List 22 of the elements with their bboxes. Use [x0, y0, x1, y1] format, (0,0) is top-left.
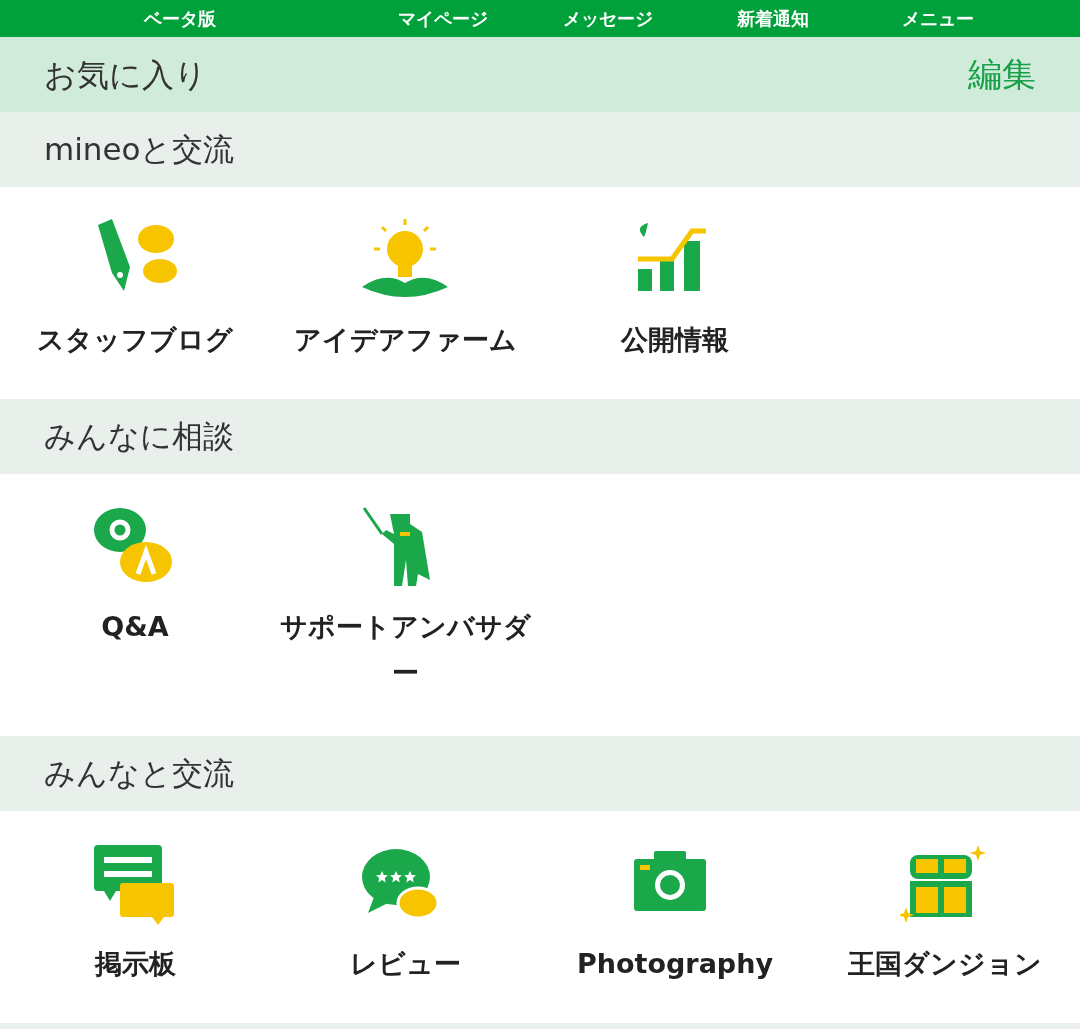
tile-label: スタッフブログ	[36, 323, 234, 357]
favorites-title: お気に入り	[44, 54, 207, 96]
menu-tile[interactable]: 王国ダンジョン	[810, 841, 1080, 987]
menu-tile[interactable]: アイデアファーム	[270, 217, 540, 363]
tile-label: アイデアファーム	[292, 323, 518, 357]
tile-label: 掲示板	[93, 947, 177, 981]
section-title: みんなと交流	[44, 754, 234, 794]
section-title: みんなに相談	[44, 417, 234, 457]
menu-tile[interactable]: 公開情報	[540, 217, 810, 363]
tile-label: Q&A	[100, 610, 170, 644]
tile-label: レビュー	[348, 947, 462, 981]
menu-tile[interactable]: 掲示板	[0, 841, 270, 987]
tile-label: 公開情報	[619, 323, 730, 357]
section-title: mineoと交流	[44, 130, 235, 170]
menu-tile[interactable]: レビュー	[270, 841, 540, 987]
menu-tile[interactable]: スタッフブログ	[0, 217, 270, 363]
tile-label: Photography	[576, 947, 774, 981]
tile-label: 王国ダンジョン	[847, 947, 1043, 981]
menu-tile[interactable]: Photography	[540, 841, 810, 987]
menu-tile[interactable]: サポートアンバサダー	[270, 504, 540, 696]
menu-tile[interactable]: Q&A	[0, 504, 270, 696]
tile-label: サポートアンバサダー	[278, 610, 532, 690]
